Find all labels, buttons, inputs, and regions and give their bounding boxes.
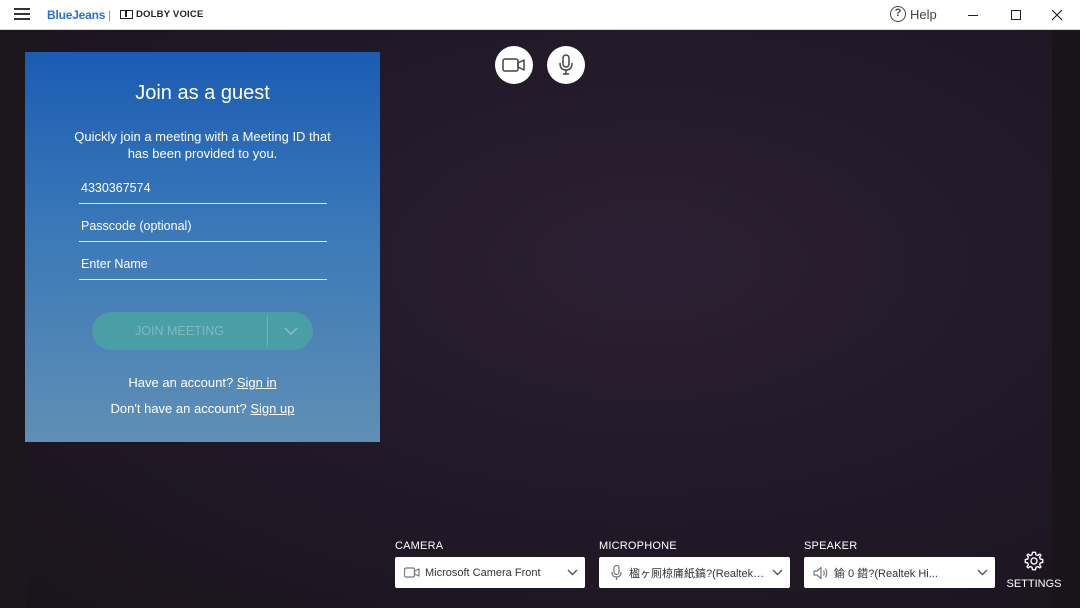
join-meeting-button[interactable]: JOIN MEETING [92, 324, 267, 338]
guest-join-panel: Join as a guest Quickly join a meeting w… [25, 52, 380, 442]
no-account-text: Don't have an account? [110, 401, 247, 416]
have-account-text: Have an account? [128, 375, 234, 390]
chevron-down-icon [766, 569, 788, 576]
video-toggle-button[interactable] [495, 46, 533, 84]
speaker-label: SPEAKER [804, 540, 858, 552]
preview-border-right [1052, 30, 1080, 608]
microphone-label: MICROPHONE [599, 540, 677, 552]
dolby-icon [120, 10, 133, 19]
camera-select-value: Microsoft Camera Front [425, 566, 541, 579]
help-icon: ? [890, 6, 906, 22]
join-options-button[interactable] [268, 327, 313, 335]
dolby-voice-logo: DOLBY VOICE [120, 9, 203, 20]
sign-in-prompt: Have an account? Sign in [25, 375, 380, 390]
chevron-down-icon [971, 569, 993, 576]
microphone-select-value: 楹ヶ厠椋庯紙鎬?(Realtek Hi... [629, 567, 766, 580]
maximize-button[interactable] [993, 0, 1039, 30]
gear-icon [1024, 551, 1044, 571]
panel-description: Quickly join a meeting with a Meeting ID… [74, 129, 331, 161]
passcode-field[interactable]: Passcode (optional) [79, 214, 327, 242]
join-meeting-button-group: JOIN MEETING [92, 312, 313, 350]
minimize-icon [968, 14, 978, 16]
menu-icon[interactable] [14, 8, 30, 22]
dolby-label: DOLBY VOICE [136, 9, 204, 20]
meeting-id-field[interactable]: 4330367574 [79, 176, 327, 204]
settings-button[interactable]: SETTINGS [1006, 550, 1062, 590]
settings-label: SETTINGS [1006, 578, 1062, 590]
title-bar: BlueJeans | DOLBY VOICE ? Help [0, 0, 1080, 30]
preview-border-left [0, 30, 26, 608]
microphone-select[interactable]: 楹ヶ厠椋庯紙鎬?(Realtek Hi... [599, 557, 790, 588]
name-field[interactable]: Enter Name [79, 252, 327, 280]
close-icon [1051, 9, 1063, 21]
close-button[interactable] [1034, 0, 1080, 30]
help-label: Help [910, 6, 937, 22]
minimize-button[interactable] [950, 0, 996, 30]
join-button-divider [267, 315, 268, 347]
speaker-icon [810, 566, 832, 580]
panel-title: Join as a guest [135, 82, 270, 104]
brand-logo: BlueJeans [47, 8, 106, 22]
brand-separator: | [108, 8, 112, 22]
help-button[interactable]: ? Help [890, 6, 937, 22]
chevron-down-icon [283, 327, 298, 335]
microphone-icon [559, 54, 573, 75]
microphone-toggle-button[interactable] [547, 46, 585, 84]
video-camera-icon [401, 567, 423, 578]
speaker-select-value: 鍮 0 鍣?(Realtek Hi... [834, 567, 938, 580]
video-camera-icon [502, 58, 525, 72]
sign-up-prompt: Don't have an account? Sign up [25, 401, 380, 416]
chevron-down-icon [561, 569, 583, 576]
camera-select[interactable]: Microsoft Camera Front [395, 557, 585, 588]
camera-label: CAMERA [395, 540, 444, 552]
sign-in-link[interactable]: Sign in [237, 375, 277, 390]
maximize-icon [1011, 10, 1021, 20]
sign-up-link[interactable]: Sign up [250, 401, 294, 416]
microphone-icon [605, 564, 627, 581]
speaker-select[interactable]: 鍮 0 鍣?(Realtek Hi... [804, 557, 995, 588]
